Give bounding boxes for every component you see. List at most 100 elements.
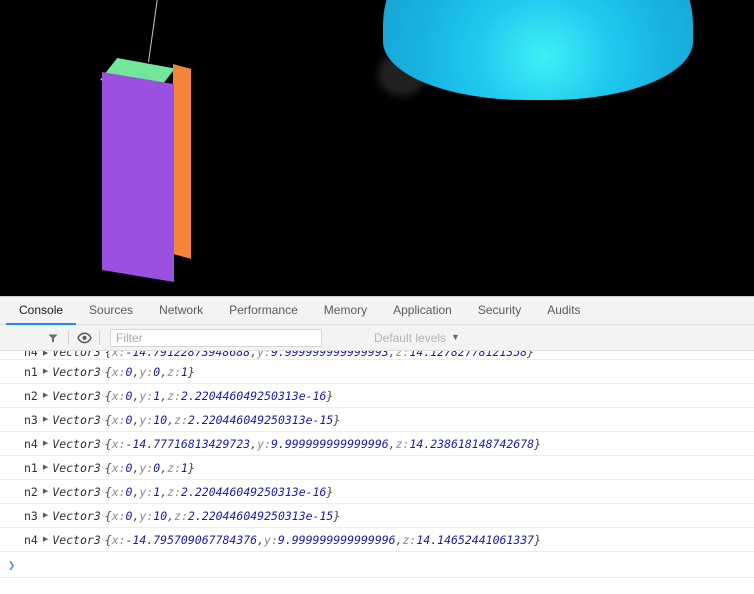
expand-triangle-icon[interactable]: ▶ [43, 366, 48, 376]
log-levels-label: Default levels [374, 330, 447, 345]
tab-network[interactable]: Network [146, 297, 216, 325]
object-property-key: x: [111, 508, 126, 523]
object-property-key: x: [111, 412, 126, 427]
purple-box-mesh [92, 0, 202, 283]
object-property-value: 0 [125, 364, 133, 379]
tab-security[interactable]: Security [465, 297, 534, 325]
object-property-value: 14.238618148742678 [409, 436, 535, 451]
filter-input[interactable] [110, 328, 322, 347]
object-property-key: x: [111, 364, 126, 379]
toolbar-divider-2 [99, 330, 100, 345]
filter-funnel-icon[interactable] [42, 328, 64, 348]
log-row-label: n2 [24, 484, 38, 499]
object-property-key: x: [111, 484, 126, 499]
console-log-row[interactable]: n3 ▶ Vector3{x: 0, y: 10, z: 2.22044604925… [0, 504, 754, 528]
object-property-key: y: [139, 364, 154, 379]
log-row-label: n3 [24, 508, 38, 523]
object-property-key: y: [257, 436, 271, 451]
object-close-brace: } [333, 412, 341, 427]
object-property-key: x: [111, 436, 126, 451]
object-property-value: 0 [153, 460, 161, 475]
object-property-key: z: [395, 436, 410, 451]
log-levels-dropdown[interactable]: Default levels ▼ [374, 331, 460, 345]
object-open-brace: { [104, 484, 112, 499]
console-log-row[interactable]: n2 ▶ Vector3{x: 0, y: 1, z: 2.220446049250… [0, 384, 754, 408]
tab-console[interactable]: Console [6, 297, 77, 325]
tab-audits-label: Audits [547, 303, 581, 317]
tab-console-label: Console [19, 303, 64, 317]
object-constructor-name: Vector3 [52, 364, 101, 379]
expand-triangle-icon[interactable]: ▶ [43, 534, 48, 544]
object-property-value: 2.220446049250313e-16 [181, 388, 327, 403]
expand-triangle-icon[interactable]: ▶ [43, 462, 48, 472]
console-toolbar: Default levels ▼ [0, 325, 754, 351]
tab-performance-label: Performance [229, 303, 298, 317]
object-close-brace: } [187, 364, 195, 379]
expand-triangle-icon[interactable]: ▶ [43, 351, 48, 359]
expand-triangle-icon[interactable]: ▶ [43, 438, 48, 448]
expand-triangle-icon[interactable]: ▶ [43, 390, 48, 400]
object-property-key: x: [111, 388, 126, 403]
console-message-list[interactable]: n4 ▶ Vector3{x: -14.79122873948688, y: 9.9… [0, 351, 754, 594]
object-property-value: 1 [181, 460, 188, 475]
log-row-label: n4 [24, 351, 38, 359]
object-close-brace: } [333, 508, 341, 523]
object-property-value: 9.999999999999996 [277, 532, 396, 547]
object-property-value: 0 [153, 364, 161, 379]
object-constructor-name: Vector3 [52, 508, 101, 523]
prompt-arrow-icon: ❯ [8, 557, 16, 572]
object-property-value: 0 [125, 388, 133, 403]
object-open-brace: { [104, 460, 112, 475]
tab-sources[interactable]: Sources [76, 297, 146, 325]
three-js-viewport[interactable] [0, 0, 754, 296]
console-log-row[interactable]: n4 ▶ Vector3{x: -14.795709067784376, y: 9.… [0, 528, 754, 552]
object-property-key: z: [167, 460, 182, 475]
object-open-brace: { [104, 388, 112, 403]
tab-memory[interactable]: Memory [311, 297, 380, 325]
log-row-label: n2 [24, 388, 38, 403]
object-property-value: 10 [153, 508, 168, 523]
object-property-key: y: [257, 351, 271, 359]
tab-application[interactable]: Application [380, 297, 465, 325]
object-property-key: y: [139, 484, 154, 499]
expand-triangle-icon[interactable]: ▶ [43, 510, 48, 520]
expand-triangle-icon[interactable]: ▶ [43, 414, 48, 424]
console-log-row[interactable]: n4 ▶ Vector3{x: -14.77716813429723, y: 9.9… [0, 432, 754, 456]
object-property-value: 2.220446049250313e-16 [181, 484, 327, 499]
tab-performance[interactable]: Performance [216, 297, 311, 325]
toolbar-divider-1 [68, 330, 69, 345]
object-property-value: 10 [153, 412, 168, 427]
object-close-brace: } [326, 484, 334, 499]
console-log-row[interactable]: n1 ▶ Vector3{x: 0, y: 0, z: 1} [0, 360, 754, 384]
box-direction-line [148, 0, 159, 63]
log-row-label: n4 [24, 436, 38, 451]
expand-triangle-icon[interactable]: ▶ [43, 486, 48, 496]
object-property-value: 0 [125, 484, 133, 499]
object-property-value: -14.77716813429723 [125, 436, 251, 451]
console-log-row[interactable]: n3 ▶ Vector3{x: 0, y: 10, z: 2.22044604925… [0, 408, 754, 432]
property-separator: , [167, 508, 175, 523]
object-constructor-name: Vector3 [52, 388, 101, 403]
tab-audits[interactable]: Audits [534, 297, 593, 325]
console-prompt-row[interactable]: ❯ [0, 552, 754, 578]
tab-memory-label: Memory [323, 303, 368, 317]
box-side-face [173, 64, 191, 259]
object-constructor-name: Vector3 [52, 412, 101, 427]
object-property-key: x: [111, 460, 126, 475]
devtools-panel: Console Sources Network Performance Memo… [0, 296, 754, 594]
object-property-value: 9.999999999999996 [270, 436, 389, 451]
horizon-corner [638, 262, 754, 296]
log-row-label: n1 [24, 364, 38, 379]
console-log-row[interactable]: n1 ▶ Vector3{x: 0, y: 0, z: 1} [0, 456, 754, 480]
object-property-key: y: [139, 412, 154, 427]
console-log-row[interactable]: n2 ▶ Vector3{x: 0, y: 1, z: 2.220446049250… [0, 480, 754, 504]
object-property-key: z: [174, 412, 188, 427]
devtools-tabbar: Console Sources Network Performance Memo… [0, 297, 754, 325]
log-row-label: n4 [24, 532, 38, 547]
object-property-key: z: [167, 388, 182, 403]
console-log-row[interactable]: n4 ▶ Vector3{x: -14.79122873948688, y: 9.9… [0, 351, 754, 360]
object-open-brace: { [104, 351, 112, 359]
object-open-brace: { [104, 412, 112, 427]
object-constructor-name: Vector3 [52, 484, 101, 499]
eye-icon[interactable] [73, 328, 95, 348]
